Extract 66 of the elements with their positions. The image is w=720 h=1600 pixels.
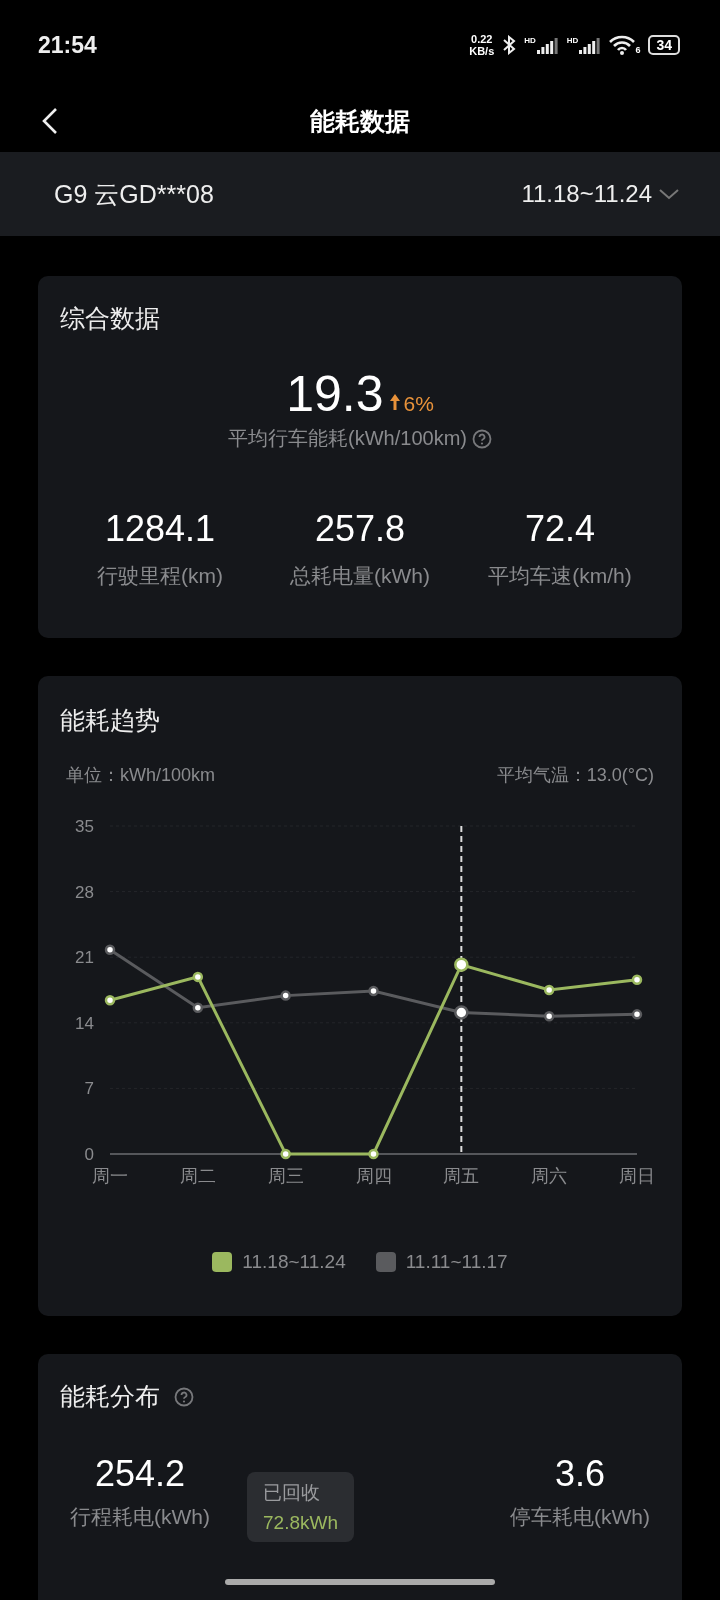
data-point bbox=[368, 985, 379, 997]
date-range-selector[interactable]: 11.18~11.24 bbox=[521, 180, 680, 208]
distribution-label: 停车耗电(kWh) bbox=[510, 1504, 650, 1530]
data-point bbox=[192, 1002, 204, 1014]
distribution-label: 行程耗电(kWh) bbox=[70, 1504, 210, 1530]
data-point bbox=[104, 995, 116, 1006]
legend-label: 11.11~11.17 bbox=[405, 1251, 508, 1273]
change-percent: 6% bbox=[403, 392, 434, 416]
data-point bbox=[454, 957, 469, 972]
stat-value: 257.8 bbox=[314, 508, 406, 550]
card-title: 能耗分布 bbox=[60, 1381, 160, 1412]
hd-label: HD bbox=[524, 36, 536, 45]
battery-indicator: 34 bbox=[648, 35, 680, 55]
chevron-down-icon bbox=[658, 187, 680, 201]
distribution-value: 254.2 bbox=[94, 1453, 186, 1495]
tooltip-value: 72.8kWh bbox=[263, 1512, 338, 1534]
axis-tick-label: 35 bbox=[75, 817, 94, 836]
axis-tick-label: 0 bbox=[84, 1145, 94, 1164]
data-point bbox=[280, 990, 291, 1001]
axis-category-label: 周六 bbox=[531, 1166, 568, 1186]
axis-tick-label: 21 bbox=[75, 948, 94, 968]
temperature-label: 平均气温：13.0(°C) bbox=[496, 764, 654, 787]
data-point bbox=[368, 1148, 379, 1160]
help-icon[interactable] bbox=[471, 428, 492, 449]
network-speed: 0.22 KB/s bbox=[469, 33, 495, 57]
bluetooth-icon bbox=[502, 35, 517, 55]
data-point bbox=[631, 1009, 643, 1020]
card-title: 综合数据 bbox=[60, 303, 161, 334]
wifi-icon bbox=[609, 35, 636, 55]
help-icon[interactable] bbox=[174, 1386, 194, 1407]
hd-label: HD bbox=[566, 36, 579, 45]
average-consumption-label: 平均行车能耗(kWh/100km) bbox=[228, 426, 467, 451]
arrow-up-icon bbox=[389, 393, 402, 411]
axis-category-label: 周三 bbox=[267, 1166, 304, 1186]
legend-label: 11.18~11.24 bbox=[242, 1251, 346, 1273]
stat-label: 平均车速(km/h) bbox=[488, 563, 632, 589]
data-point bbox=[192, 971, 204, 983]
axis-tick-label: 14 bbox=[75, 1013, 94, 1033]
axis-category-label: 周四 bbox=[355, 1166, 392, 1186]
average-consumption-value: 19.3 bbox=[286, 365, 384, 423]
status-time: 21:54 bbox=[38, 31, 97, 59]
tooltip-label: 已回收 bbox=[263, 1481, 321, 1505]
distribution-value: 3.6 bbox=[554, 1453, 605, 1495]
page-title: 能耗数据 bbox=[310, 105, 410, 137]
data-point bbox=[454, 1005, 469, 1020]
card-title: 能耗趋势 bbox=[60, 705, 161, 736]
stat-label: 行驶里程(km) bbox=[97, 563, 223, 589]
signal-icon bbox=[579, 36, 602, 54]
signal-icon bbox=[536, 36, 559, 54]
vehicle-name: G9 云GD***08 bbox=[54, 178, 214, 210]
axis-category-label: 周五 bbox=[443, 1166, 480, 1186]
data-point bbox=[543, 984, 555, 996]
axis-category-label: 周二 bbox=[179, 1166, 216, 1186]
unit-label: 单位：kWh/100km bbox=[66, 764, 216, 787]
data-point bbox=[631, 974, 643, 985]
axis-category-label: 周日 bbox=[619, 1166, 655, 1186]
axis-category-label: 周一 bbox=[92, 1166, 128, 1186]
stat-label: 总耗电量(kWh) bbox=[290, 563, 430, 589]
wifi-label: 6 bbox=[635, 45, 641, 55]
axis-tick-label: 7 bbox=[84, 1079, 94, 1099]
stat-value: 1284.1 bbox=[104, 508, 216, 550]
data-point bbox=[104, 944, 116, 955]
data-point bbox=[280, 1148, 291, 1160]
axis-tick-label: 28 bbox=[75, 882, 94, 902]
data-point bbox=[543, 1011, 555, 1022]
stat-value: 72.4 bbox=[524, 508, 596, 550]
